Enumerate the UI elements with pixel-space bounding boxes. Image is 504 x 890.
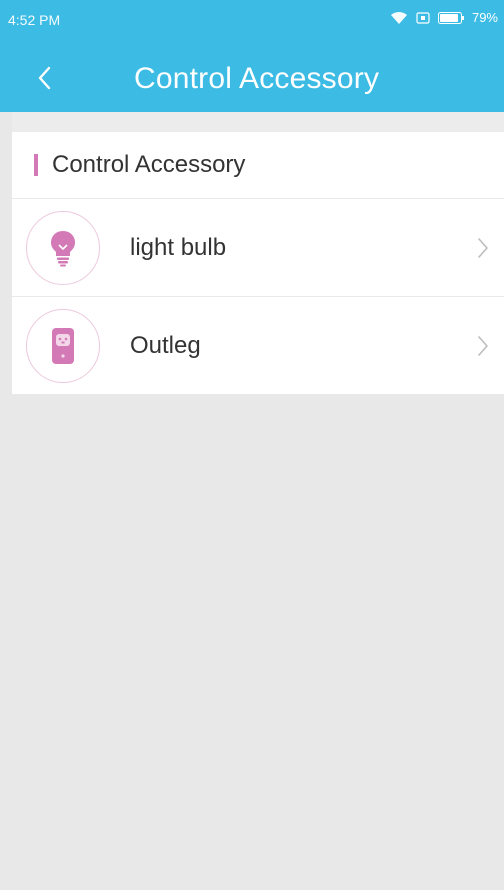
status-icons: 79% [390, 10, 498, 25]
accessory-item-light-bulb[interactable]: light bulb [12, 199, 504, 297]
sim-icon [416, 11, 430, 24]
page-title: Control Accessory [134, 62, 380, 95]
light-bulb-icon [26, 210, 100, 285]
accessory-label: light bulb [130, 233, 227, 261]
back-button[interactable] [26, 60, 62, 96]
app-bar: Control Accessory [0, 46, 504, 112]
section-title: Control Accessory [52, 151, 246, 178]
battery-icon [437, 11, 464, 24]
chevron-left-icon [38, 66, 51, 90]
wifi-icon [390, 11, 408, 25]
accessory-label: Outleg [130, 331, 201, 359]
outlet-icon [26, 308, 100, 383]
status-time: 4:52 PM [8, 12, 61, 28]
top-spacer [12, 112, 504, 132]
chevron-right-icon [478, 237, 488, 258]
status-bar: 4:52 PM 79% [0, 0, 504, 46]
section-header: Control Accessory [12, 132, 504, 199]
chevron-right-icon [478, 335, 488, 356]
accessory-item-outleg[interactable]: Outleg [12, 297, 504, 395]
content-area: Control Accessory light bulb Outleg [12, 112, 504, 890]
section-accent-bar [34, 154, 38, 176]
battery-percent: 79% [471, 10, 498, 25]
